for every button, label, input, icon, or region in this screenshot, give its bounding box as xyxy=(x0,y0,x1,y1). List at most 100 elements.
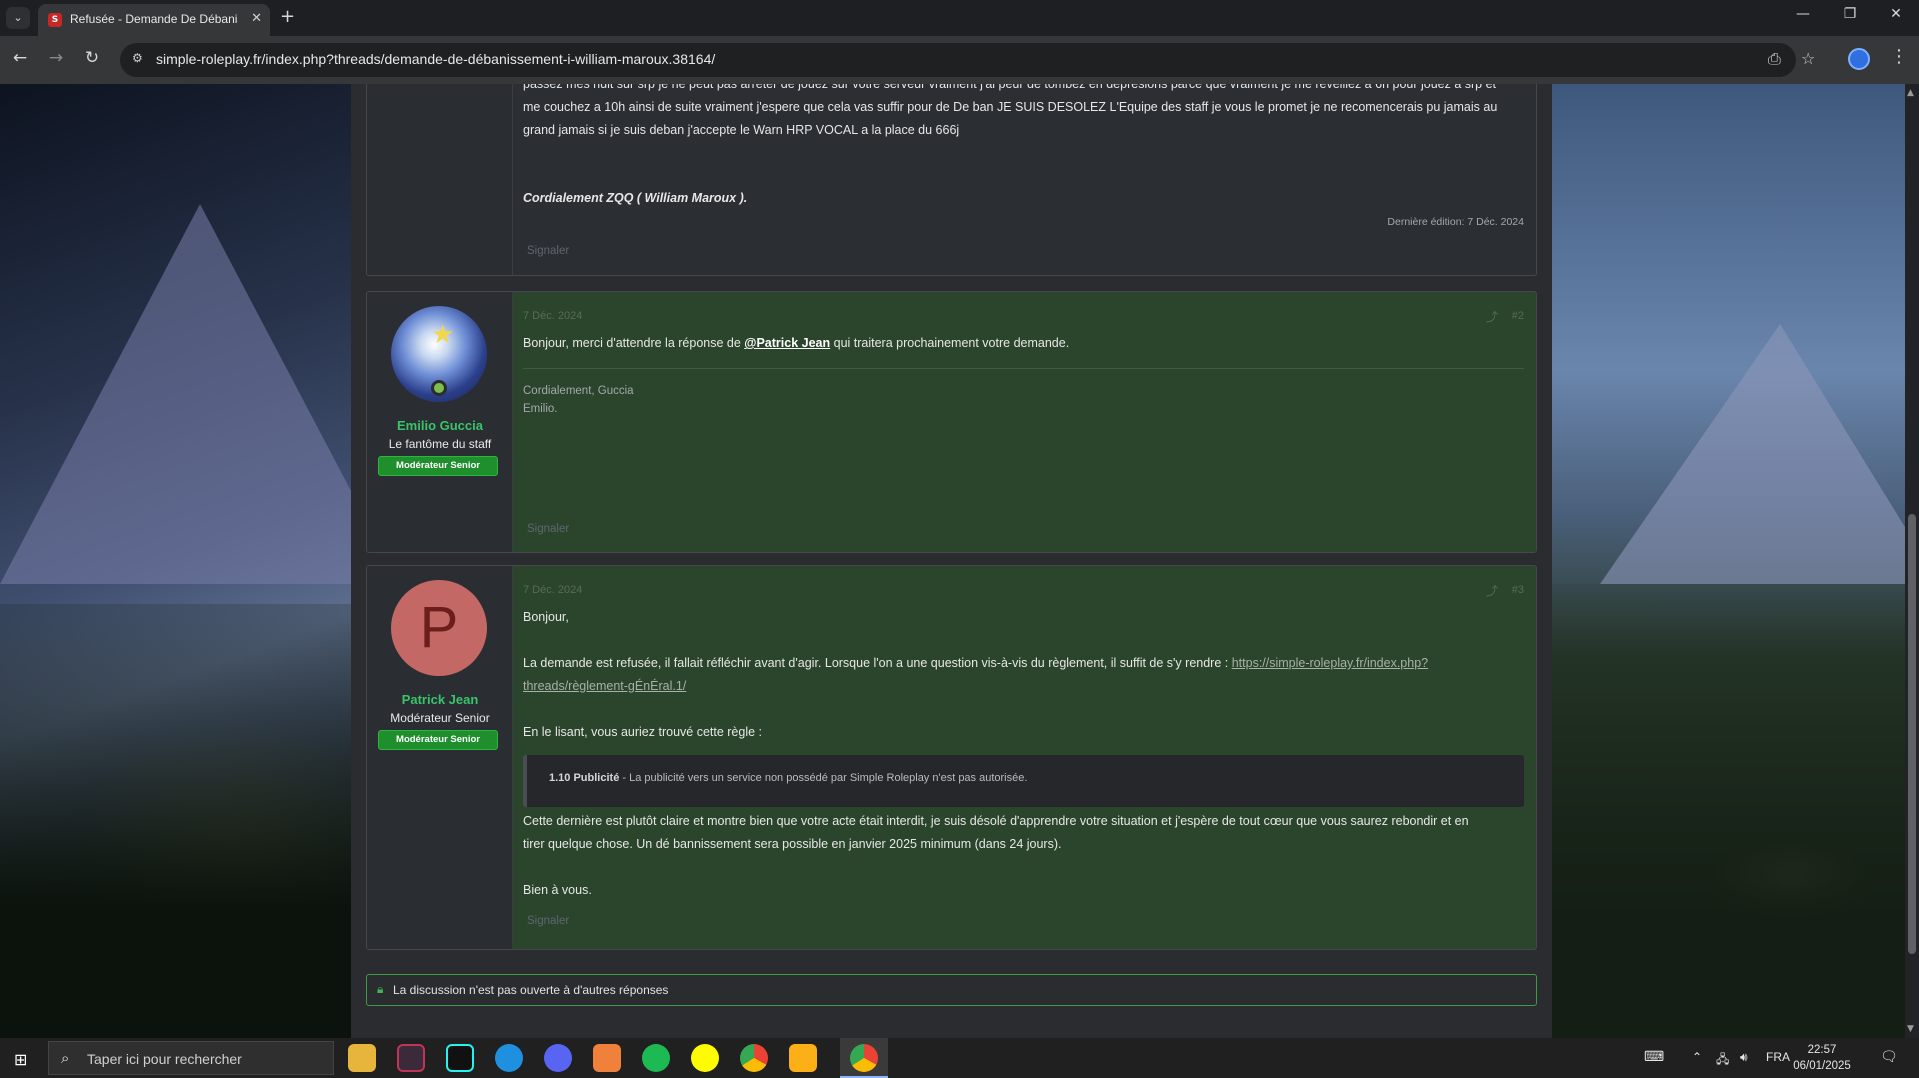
show-hidden-icons-icon[interactable]: ⌃ xyxy=(1692,1050,1702,1064)
rule-description: - La publicité vers un service non possé… xyxy=(619,772,1028,784)
post-3-body: 7 Déc. 2024 ⤴ #3 Bonjour, La demande est… xyxy=(523,566,1524,949)
post-2-text-after: qui traitera prochainement votre demande… xyxy=(830,336,1070,350)
tiktok-icon[interactable] xyxy=(446,1044,474,1072)
minimize-icon[interactable]: — xyxy=(1783,6,1823,22)
post-2-date[interactable]: 7 Déc. 2024 xyxy=(523,310,582,322)
reload-icon[interactable]: ↻ xyxy=(80,48,104,68)
post-3-paragraph-1: La demande est refusée, il fallait réflé… xyxy=(523,652,1524,675)
post-1-text-line: me couchez a 10h ainsi de suite vraiment… xyxy=(523,100,1498,114)
post-3-user-title: Modérateur Senior xyxy=(390,711,490,725)
file-explorer-icon[interactable] xyxy=(348,1044,376,1072)
post-2-body: 7 Déc. 2024 ⤴ #2 Bonjour, merci d'attend… xyxy=(523,292,1524,552)
background-mountain-left xyxy=(0,204,400,584)
close-window-icon[interactable]: ✕ xyxy=(1876,6,1916,22)
post-3-greeting: Bonjour, xyxy=(523,610,569,624)
post-3: P Patrick Jean Modérateur Senior Modérat… xyxy=(366,565,1537,950)
new-tab-button[interactable]: + xyxy=(280,6,295,27)
back-icon[interactable]: ← xyxy=(8,48,32,68)
post-3-number[interactable]: #3 xyxy=(1512,584,1524,596)
rules-link-cont[interactable]: threads/règlement-gÉnÉral.1/ xyxy=(523,679,686,693)
scroll-down-icon[interactable]: ▼ xyxy=(1907,1024,1914,1034)
post-2-signature-line: Cordialement, Guccia xyxy=(523,385,634,397)
app-v-icon[interactable] xyxy=(397,1044,425,1072)
rule-quote-block: 1.10 Publicité - La publicité vers un se… xyxy=(523,755,1524,807)
thread-closed-message: La discussion n'est pas ouverte à d'autr… xyxy=(393,983,669,997)
search-icon: ⌕ xyxy=(61,1049,70,1067)
browser-tab-active[interactable]: S Refusée - Demande De Débanissement ✕ xyxy=(38,4,270,36)
app-orange-icon[interactable] xyxy=(593,1044,621,1072)
rockstar-icon[interactable] xyxy=(789,1044,817,1072)
post-2-text-before: Bonjour, merci d'attendre la réponse de xyxy=(523,336,745,350)
post-3-username[interactable]: Patrick Jean xyxy=(367,692,513,707)
rule-quote-text: 1.10 Publicité - La publicité vers un se… xyxy=(549,772,1027,784)
taskbar-search-placeholder: Taper ici pour rechercher xyxy=(87,1051,242,1067)
background-forest-left xyxy=(0,604,360,1038)
user-mention-link[interactable]: @Patrick Jean xyxy=(744,336,830,350)
post-1-last-edit: Dernière édition: 7 Déc. 2024 xyxy=(1387,216,1524,228)
share-icon[interactable]: ⤴ xyxy=(1486,308,1498,325)
post-2-user-badge: Modérateur Senior xyxy=(378,456,498,476)
post-3-paragraph-1-cont: threads/règlement-gÉnÉral.1/ xyxy=(523,675,1524,698)
scroll-thumb[interactable] xyxy=(1908,514,1916,954)
thread-content: passez mes nuit sur srp je ne peut pas a… xyxy=(351,84,1552,1038)
post-3-user-sidebar: P Patrick Jean Modérateur Senior Modérat… xyxy=(367,566,513,949)
volume-icon[interactable]: 🔊︎ xyxy=(1740,1050,1748,1065)
post-3-report-link[interactable]: Signaler xyxy=(527,915,569,927)
post-2-user-sidebar: ★ Emilio Guccia Le fantôme du staff Modé… xyxy=(367,292,513,552)
windows-start-icon[interactable]: ⊞ xyxy=(14,1050,27,1069)
post-3-closing: Bien à vous. xyxy=(523,883,592,897)
post-2-user-title: Le fantôme du staff xyxy=(388,437,492,451)
browser-toolbar: ← → ↻ ⚙ simple-roleplay.fr/index.php?thr… xyxy=(0,36,1919,84)
rules-link[interactable]: https://simple-roleplay.fr/index.php? xyxy=(1232,656,1428,670)
post-2-number[interactable]: #2 xyxy=(1512,310,1524,322)
scroll-up-icon[interactable]: ▲ xyxy=(1907,88,1914,98)
post-1-signature: Cordialement ZQQ ( William Maroux ). xyxy=(523,191,748,205)
spotify-icon[interactable] xyxy=(642,1044,670,1072)
lock-icon: 🔒︎ xyxy=(377,982,384,996)
rule-title: 1.10 Publicité xyxy=(549,772,620,784)
post-3-date[interactable]: 7 Déc. 2024 xyxy=(523,584,582,596)
post-3-user-badge: Modérateur Senior xyxy=(378,730,498,750)
address-bar[interactable]: ⚙ simple-roleplay.fr/index.php?threads/d… xyxy=(120,43,1815,77)
install-app-icon[interactable]: ⎙ xyxy=(1768,49,1781,69)
restore-icon[interactable]: ❐ xyxy=(1830,6,1870,22)
keyboard-icon[interactable]: ⌨ xyxy=(1644,1048,1664,1065)
post-1: passez mes nuit sur srp je ne peut pas a… xyxy=(366,84,1537,276)
post-1-body: passez mes nuit sur srp je ne peut pas a… xyxy=(523,84,1524,275)
url-text[interactable]: simple-roleplay.fr/index.php?threads/dem… xyxy=(156,51,715,67)
tab-search-button[interactable]: ⌄ xyxy=(6,7,30,29)
network-icon[interactable]: 🖧︎ xyxy=(1716,1050,1729,1071)
edge-icon[interactable] xyxy=(495,1044,523,1072)
chrome-active-icon[interactable] xyxy=(850,1044,878,1072)
page-viewport: passez mes nuit sur srp je ne peut pas a… xyxy=(0,84,1905,1038)
clock-time: 22:57 xyxy=(1807,1044,1837,1056)
post-3-paragraph-1-text: La demande est refusée, il fallait réflé… xyxy=(523,656,1232,670)
post-2-report-link[interactable]: Signaler xyxy=(527,523,569,535)
taskbar-clock[interactable]: 22:57 06/01/2025 xyxy=(1792,1042,1852,1074)
user-avatar-letter[interactable]: P xyxy=(391,580,487,676)
post-3-paragraph-2: En le lisant, vous auriez trouvé cette r… xyxy=(523,725,763,739)
browser-menu-icon[interactable]: ⋮ xyxy=(1890,46,1908,67)
discord-icon[interactable] xyxy=(544,1044,572,1072)
taskbar-search-box[interactable]: ⌕ Taper ici pour rechercher xyxy=(48,1041,334,1075)
notifications-icon[interactable]: 🗨︎ xyxy=(1880,1048,1898,1065)
tab-close-icon[interactable]: ✕ xyxy=(251,11,262,26)
snapchat-icon[interactable] xyxy=(691,1044,719,1072)
profile-avatar-icon[interactable] xyxy=(1848,48,1870,70)
post-2-username[interactable]: Emilio Guccia xyxy=(367,418,513,433)
clock-date: 06/01/2025 xyxy=(1793,1060,1851,1072)
background-forest-right xyxy=(1550,584,1905,1038)
chrome-icon[interactable] xyxy=(740,1044,768,1072)
bookmark-star-icon[interactable]: ☆ xyxy=(1801,49,1815,68)
forward-icon[interactable]: → xyxy=(44,48,68,68)
browser-tab-bar: ⌄ S Refusée - Demande De Débanissement ✕… xyxy=(0,0,1919,36)
post-1-user-sidebar xyxy=(367,84,513,275)
site-info-icon[interactable]: ⚙ xyxy=(132,51,143,65)
post-3-paragraph-3-line: Cette dernière est plutôt claire et mont… xyxy=(523,814,1469,828)
post-3-paragraph-3-line: tirer quelque chose. Un dé bannissement … xyxy=(523,837,1062,851)
share-icon[interactable]: ⤴ xyxy=(1486,582,1498,599)
post-1-report-link[interactable]: Signaler xyxy=(527,245,569,257)
page-scrollbar[interactable]: ▲ ▼ xyxy=(1905,84,1919,1038)
language-indicator[interactable]: FRA xyxy=(1766,1050,1790,1064)
tab-title: Refusée - Demande De Débanissement xyxy=(70,12,238,26)
